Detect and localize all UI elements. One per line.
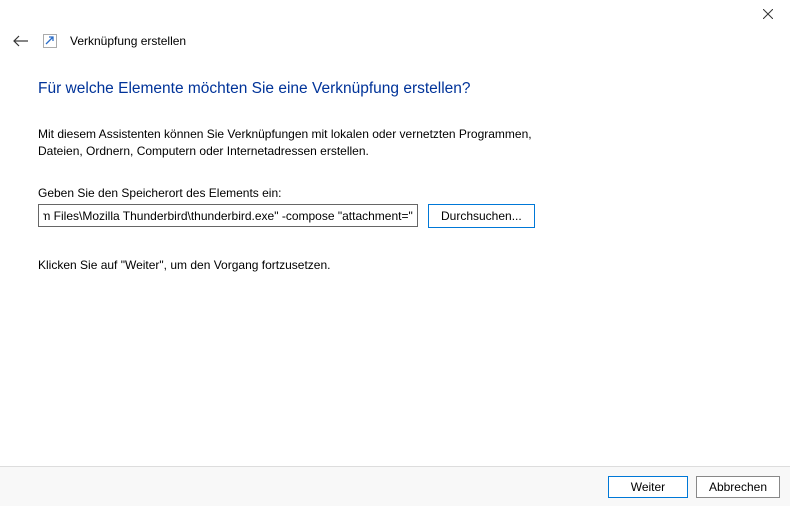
close-button[interactable] [745,0,790,28]
location-row: Durchsuchen... [38,204,620,228]
location-input[interactable] [38,204,418,227]
next-button[interactable]: Weiter [608,476,688,498]
wizard-header: Verknüpfung erstellen [0,30,790,50]
location-label: Geben Sie den Speicherort des Elements e… [38,186,620,200]
shortcut-icon [42,33,58,49]
wizard-content: Für welche Elemente möchten Sie eine Ver… [0,50,620,272]
page-heading: Für welche Elemente möchten Sie eine Ver… [38,80,620,98]
wizard-footer: Weiter Abbrechen [0,466,790,506]
browse-button[interactable]: Durchsuchen... [428,204,535,228]
close-icon [763,9,773,19]
page-description: Mit diesem Assistenten können Sie Verknü… [38,126,578,160]
cancel-button[interactable]: Abbrechen [696,476,780,498]
continue-hint: Klicken Sie auf "Weiter", um den Vorgang… [38,258,620,272]
titlebar [0,0,790,30]
wizard-title: Verknüpfung erstellen [70,34,186,48]
back-arrow-icon [13,35,29,47]
back-button[interactable] [12,32,30,50]
